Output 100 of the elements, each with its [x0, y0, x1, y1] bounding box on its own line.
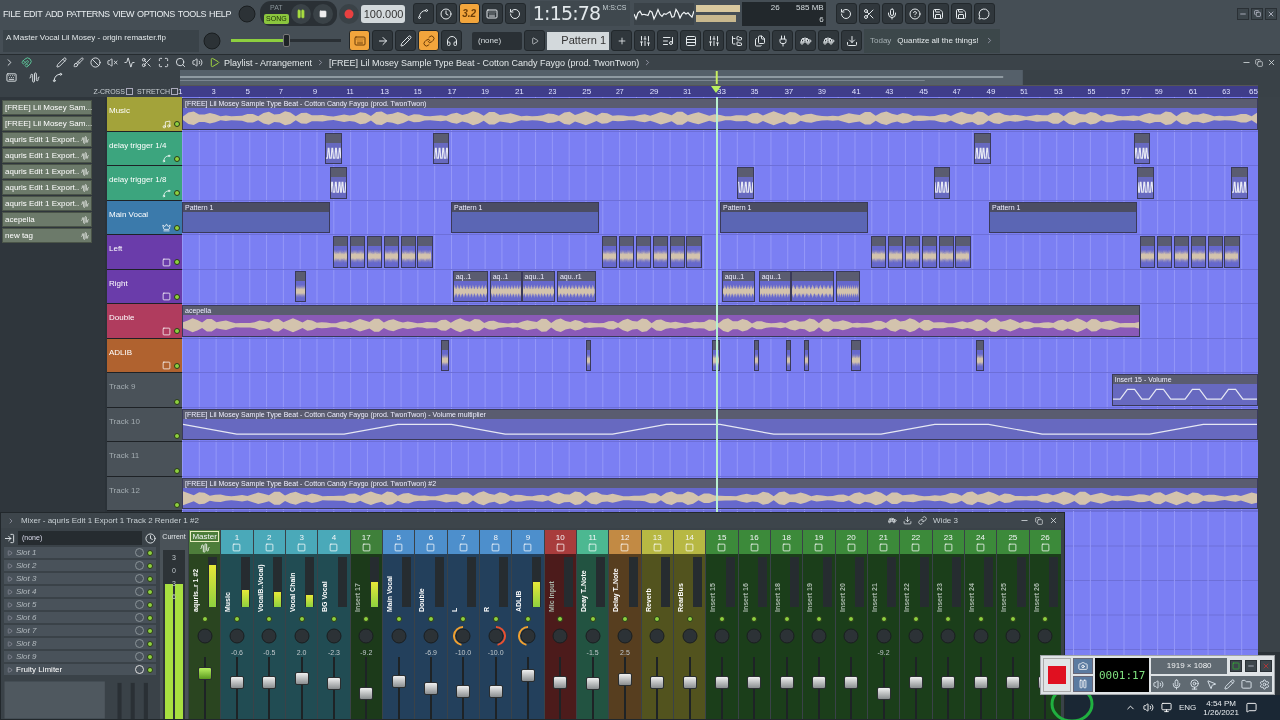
slot-name: Fruity Limiter	[16, 665, 64, 674]
effect-slot[interactable]: Slot 5	[4, 599, 156, 611]
browser-tag[interactable]: aquris Edit 1 Export..	[2, 196, 92, 211]
strip-header[interactable]: 23	[932, 530, 964, 554]
taskbar-clock[interactable]: 4:54 PM 1/26/2021	[1203, 698, 1239, 717]
tag-name: aquris Edit 1 Export..	[5, 167, 80, 176]
strip-number: 3	[299, 532, 304, 542]
strip-header[interactable]: 5	[382, 530, 415, 554]
effect-slot[interactable]: Slot 8	[4, 638, 156, 650]
bar-number: 37	[784, 86, 794, 97]
strip-header[interactable]: 16	[738, 530, 770, 554]
pattern-select[interactable]: Pattern 1	[547, 31, 609, 50]
track-name: delay trigger 1/4	[109, 140, 167, 150]
strip-number: 1	[234, 532, 240, 542]
menu-item[interactable]: OPTIONS	[137, 8, 175, 19]
slot-name: Slot 5	[16, 600, 38, 609]
browser-tag[interactable]: aquris Edit 1 Export..	[2, 132, 92, 147]
browser-tag[interactable]: aquris Edit 1 Export..	[2, 164, 92, 179]
slot-name: Slot 2	[16, 561, 38, 570]
track-header[interactable]: Right	[107, 269, 182, 304]
menu-item[interactable]: HELP	[209, 8, 232, 19]
layout-preset[interactable]: Wide 3	[933, 516, 958, 525]
menu-item[interactable]: EDIT	[23, 8, 43, 19]
bar-number: 53	[1053, 86, 1063, 97]
track-header[interactable]: ADLIB	[107, 338, 182, 373]
strip-header[interactable]: 19	[803, 530, 835, 554]
track-name: Left	[109, 244, 123, 253]
breadcrumb[interactable]: [FREE] Lil Mosey Sample Type Beat - Cotton Candy Faygo (prod. TwonTwon)	[329, 57, 640, 68]
menu-item[interactable]: TOOLS	[177, 8, 207, 19]
browser-tag[interactable]: acepella	[2, 212, 92, 227]
effect-slot[interactable]: Slot 6	[4, 612, 156, 624]
track-header[interactable]: Left	[107, 235, 182, 270]
browser-tag[interactable]: aquris Edit 1 Export..	[2, 180, 92, 195]
bar-number: 13	[380, 86, 390, 97]
tag-name: aquris Edit 1 Export..	[5, 199, 80, 208]
strip-header[interactable]: 24	[964, 530, 997, 554]
strip-header[interactable]: 26	[1029, 530, 1061, 554]
track-header[interactable]: Double	[107, 304, 182, 339]
track-header[interactable]: Track 11	[107, 442, 182, 477]
strip-number: 2	[267, 532, 272, 542]
strip-header[interactable]: 18	[770, 530, 803, 554]
menu-item[interactable]: PATTERNS	[66, 8, 110, 19]
strip-number: 5	[396, 532, 401, 542]
memory-reading: 585 MB	[795, 3, 824, 12]
strip-header[interactable]: 8	[479, 530, 512, 554]
strip-header[interactable]: 21	[867, 530, 900, 554]
strip-number: 10	[555, 532, 565, 542]
effect-slot[interactable]: Slot 1	[4, 547, 156, 559]
tempo-display[interactable]: 100.000	[360, 4, 405, 23]
track-header[interactable]: Track 10	[107, 407, 182, 442]
track-header[interactable]: Main Vocal	[107, 200, 182, 235]
strip-number: 13	[652, 532, 662, 542]
language-indicator[interactable]: ENG	[1179, 703, 1197, 712]
strip-header[interactable]: 6	[415, 530, 447, 554]
slot-name: Slot 3	[16, 574, 38, 583]
strip-header[interactable]: 15	[706, 530, 738, 554]
clock-time: 4:54 PM	[1206, 698, 1237, 708]
effect-slot[interactable]: Slot 9	[4, 651, 156, 663]
strip-number: 18	[782, 532, 791, 542]
strip-number: 7	[461, 532, 466, 542]
bar-number: 33	[717, 86, 726, 97]
effect-slot[interactable]: Slot 3	[4, 573, 156, 585]
strip-number: Master	[190, 531, 219, 542]
strip-header[interactable]: 25	[997, 530, 1029, 554]
bar-number: 57	[1121, 86, 1131, 97]
track-header[interactable]: Track 9	[107, 373, 182, 408]
strip-header[interactable]: Master	[189, 530, 221, 554]
menu-item[interactable]: FILE	[3, 8, 21, 19]
strip-number: 20	[846, 532, 856, 542]
track-name: Double	[109, 313, 135, 322]
strip-number: 16	[749, 532, 759, 542]
strip-number: 4	[331, 532, 337, 542]
bar-number: 1	[178, 86, 183, 97]
recording-timer: 0001:17	[1095, 658, 1150, 692]
track-name: Main Vocal	[109, 209, 149, 219]
effect-slot[interactable]: Fruity Limiter	[4, 664, 156, 676]
effect-slot[interactable]: Slot 7	[4, 625, 156, 637]
slot-name: Slot 4	[16, 587, 38, 596]
track-name: delay trigger 1/8	[109, 175, 167, 184]
effect-slot[interactable]: Slot 4	[4, 586, 156, 598]
track-header[interactable]: Track 12	[107, 476, 182, 511]
tag-name: aquris Edit 1 Export..	[5, 135, 80, 144]
browser-tag[interactable]: new tag	[2, 228, 92, 243]
bar-number: 49	[986, 86, 996, 97]
strip-header[interactable]: 7	[447, 530, 479, 554]
strip-header[interactable]: 10	[544, 530, 576, 554]
browser-tag[interactable]: aquris Edit 1 Export..	[2, 148, 92, 163]
menu-item[interactable]: ADD	[45, 8, 64, 19]
strip-number: 23	[943, 532, 953, 542]
slot-name: Slot 9	[16, 652, 38, 661]
track-name: ADLIB	[109, 347, 133, 357]
strip-header[interactable]: 9	[512, 530, 544, 554]
effect-slot[interactable]: Slot 2	[4, 560, 156, 572]
strip-header[interactable]: 20	[835, 530, 867, 554]
menu-item[interactable]: VIEW	[112, 8, 135, 19]
strip-header[interactable]: 22	[900, 530, 932, 554]
pattern-route-select[interactable]: (none)	[472, 31, 522, 50]
bar-number: 21	[514, 86, 524, 97]
strip-header[interactable]: 17	[350, 530, 382, 554]
tool-button[interactable]: 3.2	[458, 3, 480, 24]
